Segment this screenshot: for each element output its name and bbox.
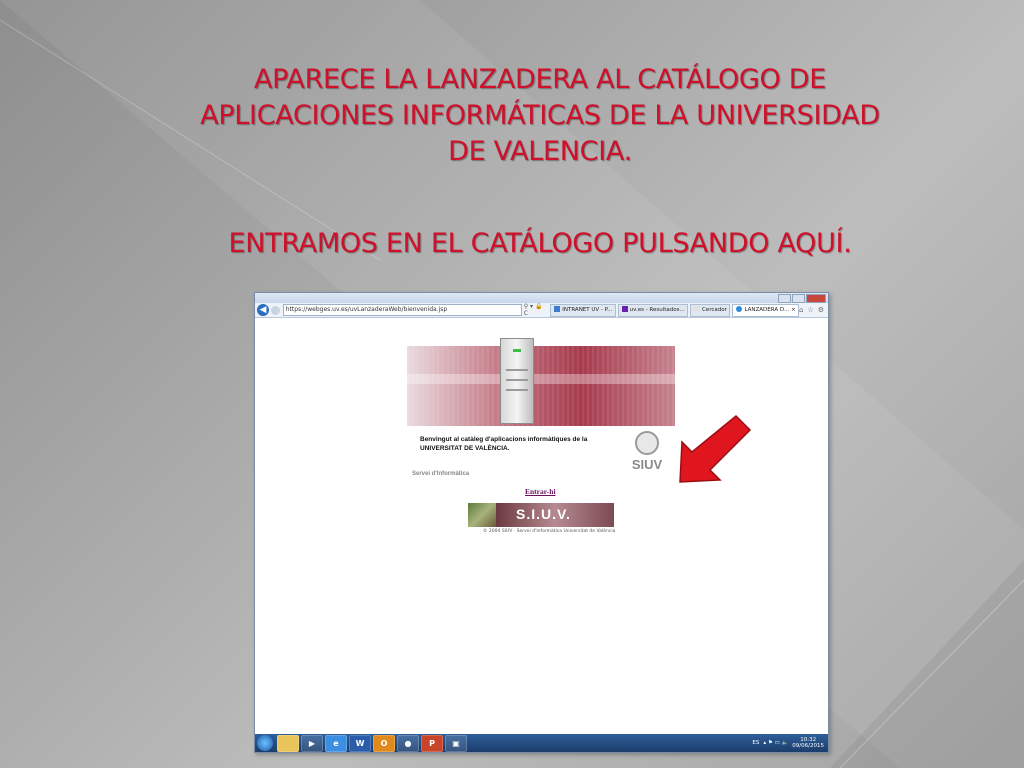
language-indicator[interactable]: ES [752, 740, 759, 746]
close-button[interactable] [806, 294, 826, 303]
browser-tab[interactable]: Cercador [689, 303, 731, 317]
server-image [500, 338, 534, 424]
home-icon[interactable]: ⌂ [799, 306, 803, 314]
explorer-icon[interactable] [277, 734, 299, 752]
tab-label: LANZADERA D... [744, 306, 790, 313]
tab-label: uv.es - Resultados... [629, 306, 685, 313]
address-bar[interactable]: https://webges.uv.es/uvLanzaderaWeb/bien… [282, 304, 522, 316]
browser-tab[interactable]: uv.es - Resultados... [617, 303, 688, 317]
powerpoint-icon[interactable]: P [421, 734, 443, 752]
clock-date: 09/06/2015 [792, 743, 824, 749]
ie-icon [736, 306, 743, 312]
slide-subtitle: ENTRAMOS EN EL CATÁLOGO PULSANDO AQUÍ. [228, 228, 852, 259]
browser-tab-active[interactable]: LANZADERA D... × [732, 303, 799, 317]
slide-title: APARECE LA LANZADERA AL CATÁLOGO DE APLI… [100, 62, 980, 170]
maximize-button[interactable] [792, 294, 805, 303]
browser-toolbar-icons: ⌂ ☆ ⚙ [799, 306, 828, 314]
slide-title-line: APARECE LA LANZADERA AL CATÁLOGO DE [253, 64, 827, 95]
siuv-banner: S.I.U.V. [496, 503, 614, 527]
red-pointer-arrow-icon [679, 414, 752, 483]
chrome-icon[interactable]: ● [397, 734, 419, 752]
page-icon [693, 306, 700, 312]
ie-icon[interactable]: e [325, 734, 347, 752]
tab-label: Cercador [701, 306, 727, 313]
window-controls [778, 294, 826, 303]
word-icon[interactable]: W [349, 734, 371, 752]
gear-icon[interactable]: ⚙ [818, 306, 824, 314]
minimize-button[interactable] [778, 294, 791, 303]
campus-photo [468, 503, 496, 527]
network-icon[interactable]: ▣ [445, 734, 467, 752]
window-titlebar [255, 293, 828, 303]
page-icon [554, 306, 561, 312]
slide-title-line: APLICACIONES INFORMÁTICAS DE LA UNIVERSI… [200, 100, 880, 131]
media-icon[interactable]: ▶ [301, 734, 323, 752]
clock[interactable]: 10:32 09/06/2015 [792, 737, 824, 749]
browser-tab[interactable]: INTRANET UV - P... [550, 303, 616, 317]
tray-icons[interactable]: ▴ ⚑ ▭ 🔈 [763, 740, 788, 746]
back-button[interactable]: ◀ [257, 304, 269, 316]
logo-text: SIUV [631, 457, 663, 472]
university-crest-icon [635, 431, 659, 455]
tab-label: INTRANET UV - P... [562, 306, 613, 313]
department-label: Servei d'Informàtica [412, 471, 470, 477]
welcome-text: Benvingut al catàleg d'aplicacions infor… [420, 435, 620, 453]
welcome-line: UNIVERSITAT DE VALÈNCIA. [420, 445, 510, 452]
web-page: Benvingut al catàleg d'aplicacions infor… [255, 318, 828, 734]
welcome-line: Benvingut al catàleg d'aplicacions infor… [420, 436, 588, 443]
outlook-icon[interactable]: O [373, 734, 395, 752]
start-button[interactable] [257, 735, 273, 751]
copyright-text: © 2004 SIUV · Servei d'Informàtica Unive… [483, 529, 616, 534]
footer-banner: S.I.U.V. [468, 503, 614, 527]
slide-title-line: DE VALENCIA. [448, 136, 632, 167]
search-icon[interactable]: ⚲ ▾ 🔒 C [524, 303, 548, 317]
favorites-icon[interactable]: ☆ [807, 306, 813, 314]
siuv-banner-text: S.I.U.V. [516, 506, 571, 522]
browser-screenshot: ◀ https://webges.uv.es/uvLanzaderaWeb/bi… [254, 292, 829, 753]
header-banner [407, 346, 675, 426]
yahoo-icon [621, 306, 628, 312]
siuv-logo: SIUV [623, 431, 671, 475]
enter-link[interactable]: Entrar-hi [525, 487, 556, 496]
system-tray: ES ▴ ⚑ ▭ 🔈 10:32 09/06/2015 [752, 737, 828, 749]
windows-taskbar: ▶ e W O ● P ▣ ES ▴ ⚑ ▭ 🔈 10:32 09/06/201… [255, 734, 828, 752]
browser-navbar: ◀ https://webges.uv.es/uvLanzaderaWeb/bi… [255, 303, 828, 318]
forward-button[interactable] [270, 305, 280, 315]
